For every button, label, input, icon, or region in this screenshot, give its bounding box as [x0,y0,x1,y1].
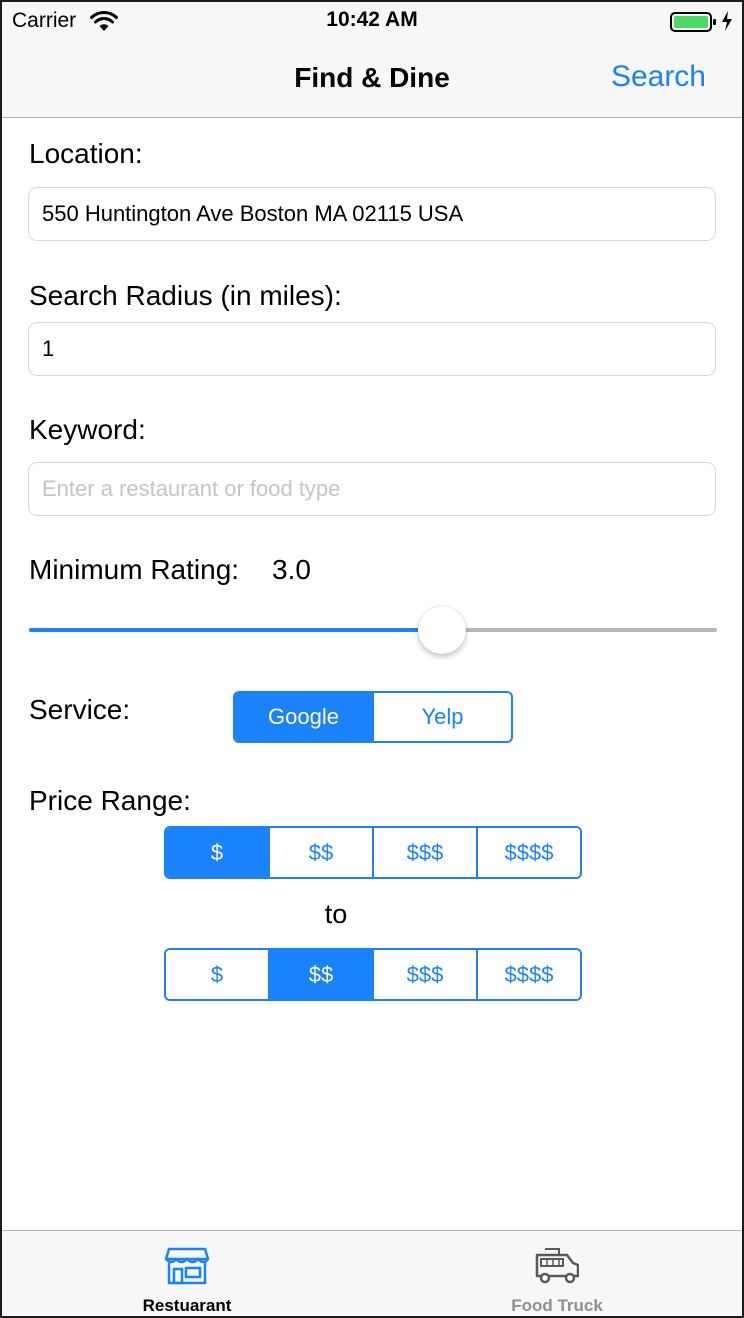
price-to-segmented-control: $ $$ $$$ $$$$ [164,948,582,1001]
price-from-option-4[interactable]: $$$$ [476,828,580,877]
price-range-label: Price Range: [29,785,191,816]
price-from-option-2[interactable]: $$ [268,828,372,877]
price-from-option-1[interactable]: $ [166,828,268,877]
price-to-option-4[interactable]: $$$$ [476,950,580,999]
slider-thumb[interactable] [417,606,466,654]
search-radius-field[interactable] [28,322,716,376]
slider-fill [29,628,442,632]
status-bar: Carrier 10:42 AM [2,2,742,42]
search-button[interactable]: Search [611,60,706,94]
location-label: Location: [29,138,143,169]
price-from-segmented-control: $ $$ $$$ $$$$ [164,826,582,879]
minimum-rating-label: Minimum Rating: [29,554,240,585]
service-option-1[interactable]: Google [235,693,372,741]
battery-icon [670,12,716,32]
storefront-icon [165,1247,209,1285]
service-segmented-control: Google Yelp [233,691,513,743]
minimum-rating-value: 3.0 [272,554,311,585]
status-time: 10:42 AM [326,8,418,31]
search-radius-label: Search Radius (in miles): [29,280,342,311]
service-option-2[interactable]: Yelp [372,693,511,741]
location-field[interactable] [28,187,716,241]
tab-label-restaurant: Restuarant [142,1296,232,1315]
minimum-rating-slider[interactable] [29,606,717,654]
tab-food-truck[interactable]: Food Truck [372,1231,742,1316]
navigation-bar: Find & Dine Search [2,42,742,118]
service-label: Service: [29,694,131,725]
price-to-label: to [324,899,348,929]
tab-restaurant[interactable]: Restuarant [2,1231,372,1316]
tab-bar: Restuarant Food Truck [2,1230,742,1316]
app-screen: Carrier 10:42 AM Find & Dine Search Loca… [0,0,744,1318]
price-to-option-3[interactable]: $$$ [372,950,476,999]
food-truck-icon [535,1248,579,1284]
price-to-option-2[interactable]: $$ [268,950,372,999]
charging-bolt-icon [722,11,732,31]
price-from-option-3[interactable]: $$$ [372,828,476,877]
tab-label-food-truck: Food Truck [511,1296,603,1315]
keyword-label: Keyword: [29,414,146,445]
keyword-field[interactable] [28,462,716,516]
price-to-option-1[interactable]: $ [166,950,268,999]
